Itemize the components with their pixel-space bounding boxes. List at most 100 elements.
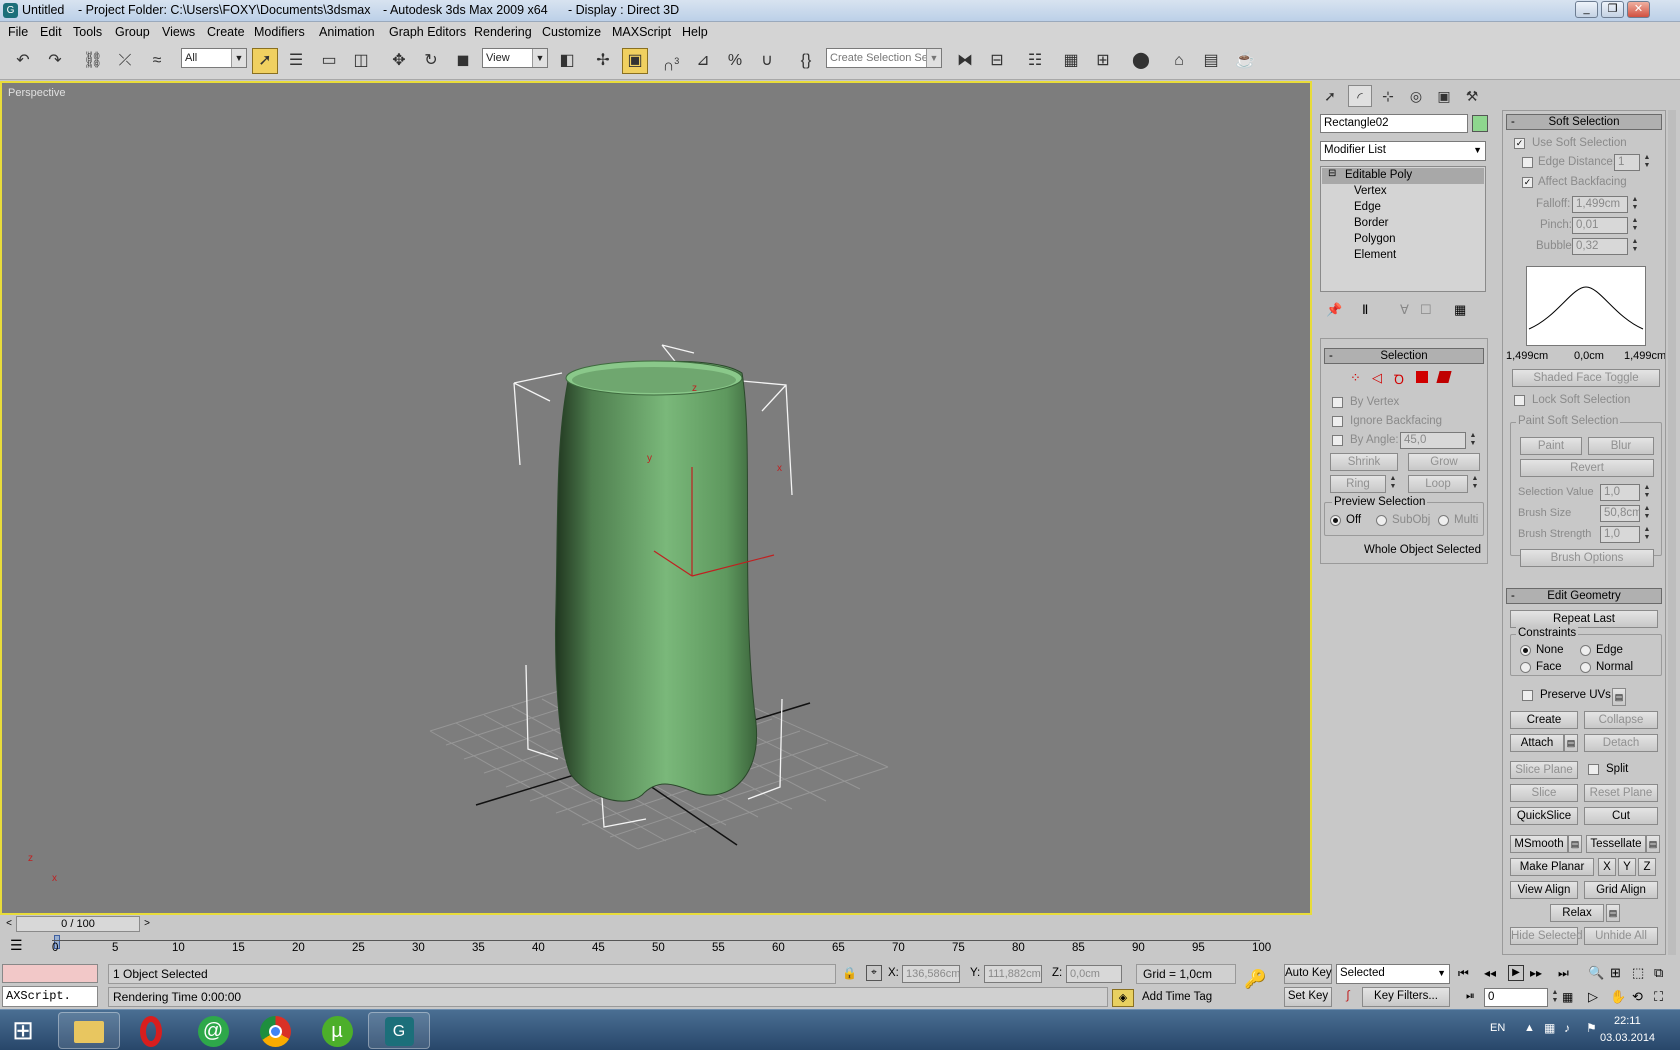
bind-space-warp-icon[interactable]: ≈: [144, 48, 170, 74]
set-keys-key-icon[interactable]: 🔑: [1244, 969, 1266, 990]
time-tag-icon[interactable]: ◈: [1112, 989, 1134, 1007]
next-frame-icon[interactable]: ▸▸: [1530, 966, 1542, 980]
align-icon[interactable]: ⊟: [984, 48, 1010, 74]
vase-mesh[interactable]: [555, 360, 758, 802]
play-icon[interactable]: ▶: [1508, 965, 1524, 981]
remove-modifier-icon[interactable]: ☐: [1420, 302, 1432, 318]
angle-snap-icon[interactable]: ⊿: [690, 48, 716, 74]
close-button[interactable]: ✕: [1627, 1, 1650, 18]
perspective-viewport[interactable]: Perspective z y x z x: [0, 81, 1312, 915]
panel-scrollbar[interactable]: [1668, 110, 1676, 955]
key-mode-toggle-icon[interactable]: ⏯: [1466, 990, 1475, 1003]
menu-modifiers[interactable]: Modifiers: [254, 25, 305, 39]
field-of-view-icon[interactable]: ▷: [1588, 989, 1598, 1005]
minimize-button[interactable]: _: [1575, 1, 1598, 18]
stack-item-edge[interactable]: Edge: [1354, 201, 1381, 213]
modify-tab-icon[interactable]: ◜: [1348, 85, 1372, 107]
stack-item-editable-poly[interactable]: ⊟ Editable Poly: [1322, 168, 1484, 184]
current-frame-field[interactable]: 0: [1484, 988, 1548, 1007]
menu-help[interactable]: Help: [682, 25, 708, 39]
select-and-link-icon[interactable]: ⛓: [80, 48, 106, 74]
modifier-list-dropdown[interactable]: Modifier List ▼: [1320, 141, 1486, 161]
clock-time[interactable]: 22:11: [1614, 1015, 1641, 1027]
default-tangents-icon[interactable]: ∫: [1338, 988, 1358, 1006]
select-object-icon[interactable]: ➚: [252, 48, 278, 74]
mirror-icon[interactable]: ⧓: [952, 48, 978, 74]
stack-item-border[interactable]: Border: [1354, 217, 1389, 229]
redo-icon[interactable]: ↷: [42, 48, 68, 74]
stack-item-vertex[interactable]: Vertex: [1354, 185, 1387, 197]
tray-network-icon[interactable]: ▦: [1544, 1021, 1555, 1035]
menu-customize[interactable]: Customize: [542, 25, 601, 39]
make-unique-icon[interactable]: ∀: [1400, 302, 1409, 318]
time-slider-prev-icon[interactable]: <: [2, 916, 16, 932]
previous-frame-icon[interactable]: ◂◂: [1484, 966, 1496, 980]
object-name-field[interactable]: Rectangle02: [1320, 114, 1468, 133]
motion-tab-icon[interactable]: ◎: [1404, 85, 1428, 107]
spinner-snap-icon[interactable]: ∪: [754, 48, 780, 74]
rectangular-selection-icon[interactable]: ▭: [316, 48, 342, 74]
create-tab-icon[interactable]: ➚: [1318, 85, 1342, 107]
open-mini-curve-editor-icon[interactable]: ☰: [10, 937, 23, 954]
y-coordinate-field[interactable]: 111,882cm: [984, 965, 1042, 983]
tray-arrow-icon[interactable]: ▲: [1524, 1022, 1535, 1034]
key-mode-dropdown[interactable]: Selected ▼: [1336, 964, 1450, 984]
named-selection-dropdown[interactable]: Create Selection Set ▼: [826, 48, 942, 68]
maximize-viewport-icon[interactable]: ⛶: [1654, 989, 1663, 1005]
select-and-move-icon[interactable]: ✥: [386, 48, 412, 74]
select-and-scale-icon[interactable]: ◼: [450, 48, 476, 74]
track-bar[interactable]: ☰ 0 5 10 15 20 25 30 35 40 45 50 55 60 65 70 75 80 85 90 95…: [0, 933, 1312, 959]
display-tab-icon[interactable]: ▣: [1432, 85, 1456, 107]
taskbar-utorrent-icon[interactable]: µ: [306, 1012, 368, 1049]
utilities-tab-icon[interactable]: ⚒: [1460, 85, 1484, 107]
taskbar-3dsmax-icon[interactable]: G: [368, 1012, 430, 1049]
percent-snap-icon[interactable]: %: [722, 48, 748, 74]
z-coordinate-field[interactable]: 0,0cm: [1066, 965, 1122, 983]
auto-key-button[interactable]: Auto Key: [1284, 964, 1332, 984]
material-editor-icon[interactable]: ⬤: [1128, 48, 1154, 74]
menu-graph-editors[interactable]: Graph Editors: [389, 25, 466, 39]
selection-filter-dropdown[interactable]: All ▼: [181, 48, 247, 68]
current-frame-spinner[interactable]: ▲ ▼: [1550, 989, 1560, 1007]
show-end-result-icon[interactable]: Ⅱ: [1362, 302, 1368, 318]
stack-item-polygon[interactable]: Polygon: [1354, 233, 1396, 245]
use-pivot-center-icon[interactable]: ◧: [554, 48, 580, 74]
orbit-icon[interactable]: ⟲: [1632, 989, 1643, 1005]
language-indicator[interactable]: EN: [1490, 1022, 1505, 1034]
zoom-icon[interactable]: 🔍: [1588, 965, 1604, 981]
title-bar[interactable]: G Untitled - Project Folder: C:\Users\FO…: [0, 0, 1680, 22]
start-button-icon[interactable]: ⊞: [4, 1014, 42, 1047]
menu-animation[interactable]: Animation: [319, 25, 375, 39]
tray-volume-icon[interactable]: ♪: [1564, 1021, 1570, 1035]
tray-flag-icon[interactable]: ⚑: [1586, 1021, 1597, 1035]
stack-item-element[interactable]: Element: [1354, 249, 1396, 261]
maxscript-mini-listener[interactable]: AXScript.: [2, 986, 98, 1007]
taskbar-explorer-icon[interactable]: [58, 1012, 120, 1049]
maxscript-listener-pink[interactable]: [2, 964, 98, 983]
key-filters-button[interactable]: Key Filters...: [1362, 987, 1450, 1007]
select-and-manipulate-icon[interactable]: ✢: [590, 48, 616, 74]
go-to-end-icon[interactable]: ⏭: [1558, 966, 1569, 981]
curve-editor-icon[interactable]: ▦: [1058, 48, 1084, 74]
layer-manager-icon[interactable]: ☷: [1022, 48, 1048, 74]
menu-edit[interactable]: Edit: [40, 25, 62, 39]
quick-render-icon[interactable]: ☕: [1232, 48, 1258, 74]
pin-stack-icon[interactable]: 📌: [1326, 302, 1342, 318]
set-key-button[interactable]: Set Key: [1284, 987, 1332, 1007]
reference-coordinate-dropdown[interactable]: View ▼: [482, 48, 548, 68]
hierarchy-tab-icon[interactable]: ⊹: [1376, 85, 1400, 107]
zoom-extents-icon[interactable]: ⬚: [1632, 965, 1644, 981]
go-to-start-icon[interactable]: ⏮: [1458, 966, 1469, 981]
restore-button[interactable]: ❐: [1601, 1, 1624, 18]
snaps-toggle-icon[interactable]: ∩3: [658, 48, 684, 74]
add-time-tag-label[interactable]: Add Time Tag: [1142, 991, 1212, 1003]
unlink-icon[interactable]: ⤫: [112, 48, 138, 74]
window-crossing-icon[interactable]: ◫: [348, 48, 374, 74]
collapse-icon[interactable]: ⊟: [1328, 168, 1336, 179]
keyboard-shortcut-override-icon[interactable]: ▣: [622, 48, 648, 74]
absolute-mode-transform-icon[interactable]: ⌖: [866, 965, 882, 981]
menu-views[interactable]: Views: [162, 25, 195, 39]
rendered-frame-window-icon[interactable]: ▤: [1198, 48, 1224, 74]
zoom-extents-all-icon[interactable]: ⧉: [1654, 965, 1663, 981]
select-and-rotate-icon[interactable]: ↻: [418, 48, 444, 74]
